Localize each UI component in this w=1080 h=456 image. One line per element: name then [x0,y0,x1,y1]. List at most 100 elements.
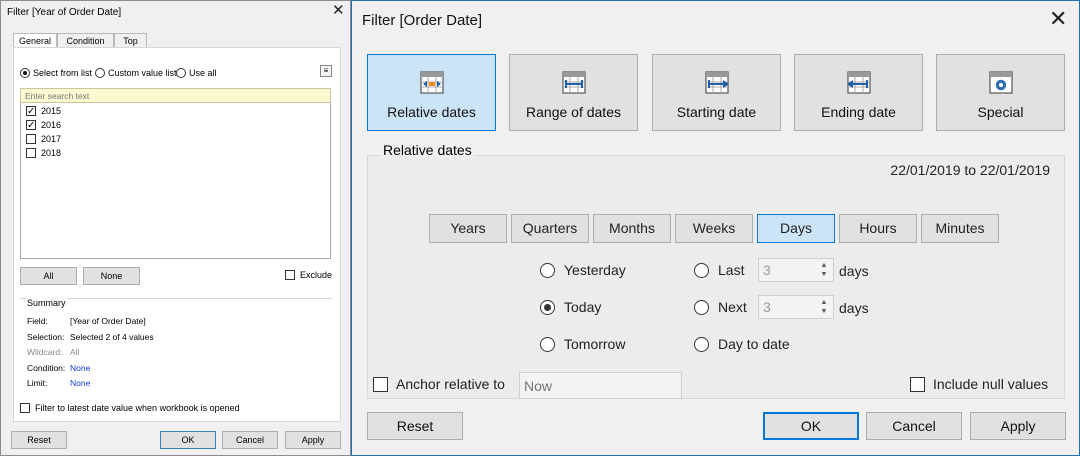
last-number-stepper[interactable]: 3 ▲ ▼ [758,258,834,282]
anchor-checkbox[interactable]: Anchor relative to [373,376,505,392]
ok-button[interactable]: OK [763,412,859,440]
radio-label: Select from list [33,68,93,78]
latest-date-label: Filter to latest date value when workboo… [35,403,240,413]
radio-icon [176,68,186,78]
radio-icon [694,262,709,278]
cancel-button[interactable]: Cancel [222,431,278,449]
ending-date-icon [846,71,871,94]
days-label: days [839,263,869,279]
stepper-arrows-icon[interactable]: ▲ ▼ [817,261,831,279]
apply-button[interactable]: Apply [285,431,341,449]
list-item-label: 2018 [41,148,62,158]
list-item[interactable]: 2018 [26,147,61,159]
list-menu-icon[interactable]: ≡ [320,65,332,77]
radio-use-all[interactable]: Use all [176,67,217,79]
unit-weeks[interactable]: Weeks [675,214,753,243]
date-range-text: 22/01/2019 to 22/01/2019 [890,162,1050,178]
tab-top[interactable]: Top [114,33,147,48]
include-null-label: Include null values [933,376,1049,392]
checkbox-icon[interactable] [26,148,36,158]
checkbox-checked-icon[interactable]: ✓ [26,106,36,117]
relative-dates-button[interactable]: Relative dates [367,54,496,131]
anchor-date-input[interactable] [519,372,682,399]
radio-today[interactable]: Today [540,299,601,315]
list-item-label: 2016 [41,120,62,130]
list-item[interactable]: ✓ 2016 [26,119,61,131]
radio-custom-value-list[interactable]: Custom value list [95,67,177,79]
radio-icon [694,336,709,352]
checkbox-icon[interactable] [373,376,388,392]
radio-icon [540,262,555,278]
summary-condition: Condition: None [27,363,91,373]
order-date-filter-dialog: Filter [Order Date] ✕ Relative dates Ran… [351,0,1080,456]
include-null-checkbox[interactable]: Include null values [910,376,1048,392]
next-number-stepper[interactable]: 3 ▲ ▼ [758,295,834,319]
radio-last[interactable]: Last [694,262,744,278]
close-icon[interactable]: ✕ [332,3,345,18]
tab-condition[interactable]: Condition [57,33,114,48]
apply-button[interactable]: Apply [970,412,1066,440]
condition-link[interactable]: None [70,363,90,373]
summary-selection: Selection: Selected 2 of 4 values [27,332,154,342]
none-button[interactable]: None [83,267,140,285]
radio-selected-icon [20,68,30,78]
radio-label: Custom value list [108,68,177,78]
days-label: days [839,300,869,316]
checkbox-icon[interactable] [20,403,30,413]
unit-minutes[interactable]: Minutes [921,214,999,243]
starting-date-icon [704,71,729,94]
summary-limit: Limit: None [27,378,91,388]
checkbox-icon[interactable] [26,134,36,144]
relative-dates-panel: Relative dates 22/01/2019 to 22/01/2019 … [367,142,1065,399]
list-item-label: 2017 [41,134,62,144]
radio-label: Last [718,262,745,278]
latest-date-checkbox[interactable]: Filter to latest date value when workboo… [20,403,240,413]
checkbox-icon[interactable] [910,376,925,392]
radio-next[interactable]: Next [694,299,747,315]
checkbox-checked-icon[interactable]: ✓ [26,120,36,131]
close-icon[interactable]: ✕ [1049,8,1067,30]
summary-section: Summary Field: [Year of Order Date] Selec… [20,298,332,394]
checkbox-icon[interactable] [285,270,295,280]
summary-field: Field: [Year of Order Date] [27,316,146,326]
all-button[interactable]: All [20,267,77,285]
search-input[interactable] [20,88,331,103]
ending-date-button[interactable]: Ending date [794,54,923,131]
radio-label: Tomorrow [564,336,626,352]
radio-label: Day to date [718,336,790,352]
summary-header: Summary [26,298,67,308]
ok-button[interactable]: OK [160,431,216,449]
exclude-checkbox[interactable]: Exclude [285,270,332,280]
unit-months[interactable]: Months [593,214,671,243]
cancel-button[interactable]: Cancel [866,412,962,440]
radio-label: Yesterday [564,262,626,278]
unit-quarters[interactable]: Quarters [511,214,589,243]
list-item[interactable]: ✓ 2015 [26,105,61,117]
radio-select-from-list[interactable]: Select from list [20,67,92,79]
dialog-title: Filter [Year of Order Date] [7,7,122,18]
value-list: ✓ 2015 ✓ 2016 2017 2018 [20,103,331,259]
mode-label: Special [977,104,1024,120]
starting-date-button[interactable]: Starting date [652,54,781,131]
reset-button[interactable]: Reset [11,431,67,449]
exclude-label: Exclude [300,270,333,280]
special-button[interactable]: Special [936,54,1065,131]
limit-link[interactable]: None [70,378,90,388]
stepper-arrows-icon[interactable]: ▲ ▼ [817,298,831,316]
mode-label: Relative dates [387,104,476,120]
radio-label: Use all [189,68,217,78]
list-item-label: 2015 [41,106,62,116]
radio-day-to-date[interactable]: Day to date [694,336,790,352]
radio-yesterday[interactable]: Yesterday [540,262,626,278]
range-of-dates-button[interactable]: Range of dates [509,54,638,131]
radio-tomorrow[interactable]: Tomorrow [540,336,625,352]
list-item[interactable]: 2017 [26,133,61,145]
special-icon [988,71,1013,94]
radio-label: Next [718,299,747,315]
summary-wildcard: Wildcard: All [27,347,80,357]
unit-days[interactable]: Days [757,214,835,243]
reset-button[interactable]: Reset [367,412,463,440]
unit-hours[interactable]: Hours [839,214,917,243]
unit-years[interactable]: Years [429,214,507,243]
radio-selected-icon [540,299,555,315]
